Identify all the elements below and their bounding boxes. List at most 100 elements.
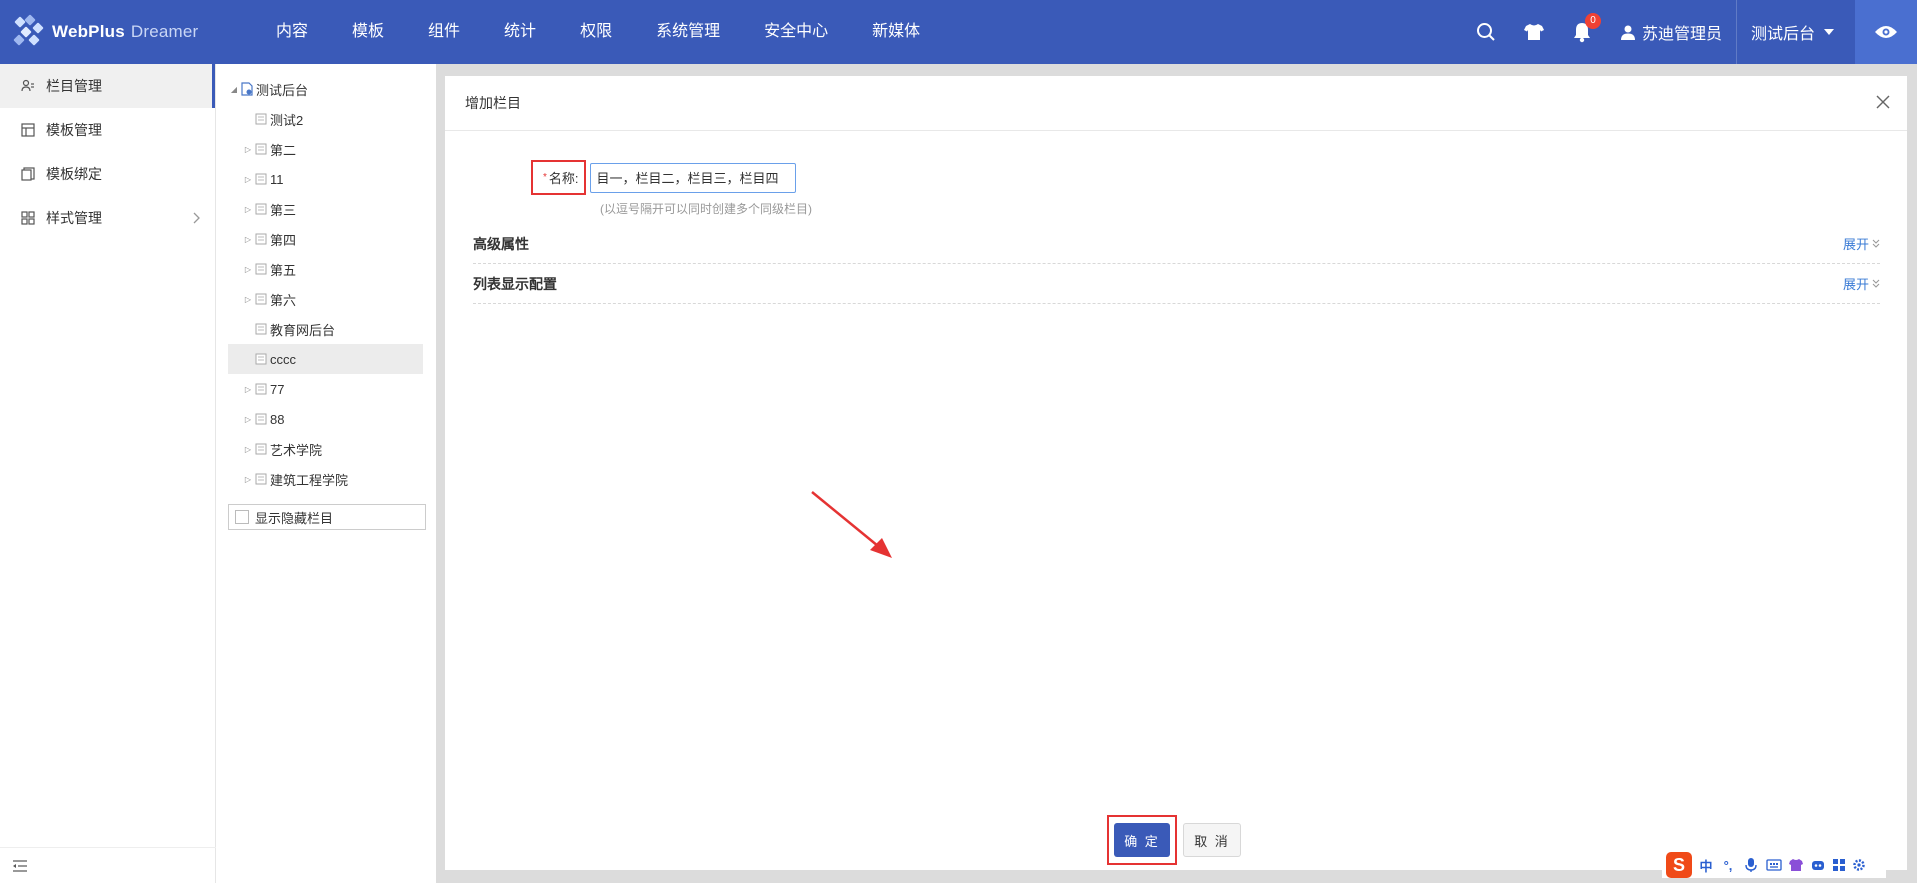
tree-node-selected[interactable]: ▷ cccc [228,344,423,374]
tree-node-root[interactable]: ◢ 测试后台 [228,74,423,104]
sidebar-item-template-binding[interactable]: 模板绑定 [0,152,215,196]
nav-item-statistics[interactable]: 统计 [482,0,558,64]
tree-node[interactable]: ▷ 教育网后台 [228,314,423,344]
nav-item-template[interactable]: 模板 [330,0,406,64]
user-icon [1620,25,1635,40]
sidebar-collapse-button[interactable] [0,847,216,883]
section-title: 列表显示配置 [473,275,557,292]
tree-node-label: 测试后台 [256,82,309,98]
preview-button[interactable] [1855,0,1917,64]
tree-node-label: 11 [270,171,284,187]
section-list-display-config[interactable]: 列表显示配置 展开 [473,264,1880,304]
section-title: 高级属性 [473,235,529,252]
section-advanced-properties[interactable]: 高级属性 展开 [473,224,1880,264]
column-tree: ◢ 测试后台 ▷ 测试2 ▷ 第二 ▷ 11 ▷ 第三 ▷ 第四 ▷ 第五 ▷ … [216,64,436,883]
expand-triangle-icon[interactable]: ▷ [242,145,254,154]
nav-item-content[interactable]: 内容 [254,0,330,64]
sidebar-item-columns[interactable]: 栏目管理 [0,64,215,108]
expand-triangle-icon[interactable]: ▷ [242,385,254,394]
expand-triangle-icon[interactable]: ▷ [242,205,254,214]
brand-sub: Dreamer [130,22,199,41]
name-label: 名称: [548,171,579,186]
document-icon [255,353,267,365]
sidebar-item-styles[interactable]: 样式管理 [0,196,215,240]
ime-language[interactable]: 中 [1698,856,1714,875]
logo[interactable]: WebPlus Dreamer [0,14,230,50]
double-chevron-down-icon [1872,239,1880,248]
document-stack-icon [255,413,267,425]
expand-triangle-icon[interactable]: ▷ [242,175,254,184]
expand-advanced-button[interactable]: 展开 [1843,234,1880,253]
expand-triangle-icon[interactable]: ▷ [242,295,254,304]
tree-node[interactable]: ▷ 88 [228,404,423,434]
top-bar: WebPlus Dreamer 内容 模板 组件 统计 权限 系统管理 安全中心 … [0,0,1917,64]
name-label-highlight: * 名称: [531,160,586,195]
notification-button[interactable]: 0 [1558,0,1606,64]
tree-node[interactable]: ▷ 第三 [228,194,423,224]
sidebar-item-label: 栏目管理 [46,78,102,94]
tree-node[interactable]: ▷ 测试2 [228,104,423,134]
document-stack-icon [255,293,267,305]
expand-triangle-icon[interactable]: ▷ [242,265,254,274]
caret-down-icon [1824,29,1834,35]
collapse-menu-icon [13,859,27,872]
add-column-dialog: 增加栏目 * 名称: (以逗号隔开可以同时创建多个同级栏目) 高级属性 展开 列… [445,76,1907,870]
tree-node[interactable]: ▷ 第六 [228,284,423,314]
site-selector[interactable]: 测试后台 [1735,0,1849,64]
required-mark: * [543,172,547,183]
show-hidden-checkbox[interactable] [235,510,249,524]
expand-triangle-icon[interactable]: ▷ [242,475,254,484]
confirm-button[interactable]: 确 定 [1114,823,1170,857]
tree-node-label: 第二 [270,142,297,158]
nav-item-system[interactable]: 系统管理 [634,0,742,64]
columns-icon [20,78,36,94]
dialog-close-button[interactable] [1873,92,1893,112]
tree-node[interactable]: ▷ 11 [228,164,423,194]
skin-icon[interactable] [1788,858,1804,872]
collapse-triangle-icon[interactable]: ◢ [228,85,240,94]
user-menu[interactable]: 苏迪管理员 [1606,0,1736,64]
tree-node-label: 第五 [270,262,297,278]
expand-triangle-icon[interactable]: ▷ [242,235,254,244]
show-hidden-columns-toggle[interactable]: 显示隐藏栏目 [228,504,426,530]
expand-triangle-icon[interactable]: ▷ [242,415,254,424]
ime-punctuation[interactable]: °, [1720,858,1736,873]
sidebar-item-label: 样式管理 [46,210,102,226]
search-button[interactable] [1462,0,1510,64]
brand-name: WebPlus [52,22,125,41]
tree-node[interactable]: ▷ 第二 [228,134,423,164]
expand-triangle-icon[interactable]: ▷ [242,445,254,454]
robot-icon[interactable] [1810,858,1826,872]
sidebar-item-templates[interactable]: 模板管理 [0,108,215,152]
cancel-button[interactable]: 取 消 [1183,823,1241,857]
settings-gear-icon[interactable] [1852,858,1866,872]
notification-badge: 0 [1584,13,1601,29]
site-name: 测试后台 [1750,26,1815,43]
nav-item-permission[interactable]: 权限 [558,0,634,64]
tree-node-label: 第四 [270,232,297,248]
tree-node[interactable]: ▷ 建筑工程学院 [228,464,423,494]
tree-node[interactable]: ▷ 第四 [228,224,423,254]
name-hint: (以逗号隔开可以同时创建多个同级栏目) [600,202,812,216]
sogou-s-icon[interactable]: S [1666,852,1692,878]
nav-item-new-media[interactable]: 新媒体 [850,0,942,64]
nav-item-component[interactable]: 组件 [406,0,482,64]
user-name: 苏迪管理员 [1641,26,1722,43]
name-input[interactable] [589,162,796,193]
nav-item-security[interactable]: 安全中心 [742,0,850,64]
tree-node[interactable]: ▷ 77 [228,374,423,404]
tshirt-icon [1523,24,1544,40]
annotation-arrow-icon [811,491,892,558]
search-icon [1476,23,1495,41]
document-stack-icon [255,473,267,485]
tree-node[interactable]: ▷ 艺术学院 [228,434,423,464]
keyboard-icon[interactable] [1766,858,1782,872]
expand-list-config-button[interactable]: 展开 [1843,274,1880,293]
document-stack-icon [255,233,267,245]
chevron-right-icon [193,212,200,224]
tree-node[interactable]: ▷ 第五 [228,254,423,284]
tree-node-label: 第六 [270,292,297,308]
theme-button[interactable] [1510,0,1558,64]
microphone-icon[interactable] [1744,857,1758,873]
grid-apps-icon[interactable] [1832,858,1846,872]
